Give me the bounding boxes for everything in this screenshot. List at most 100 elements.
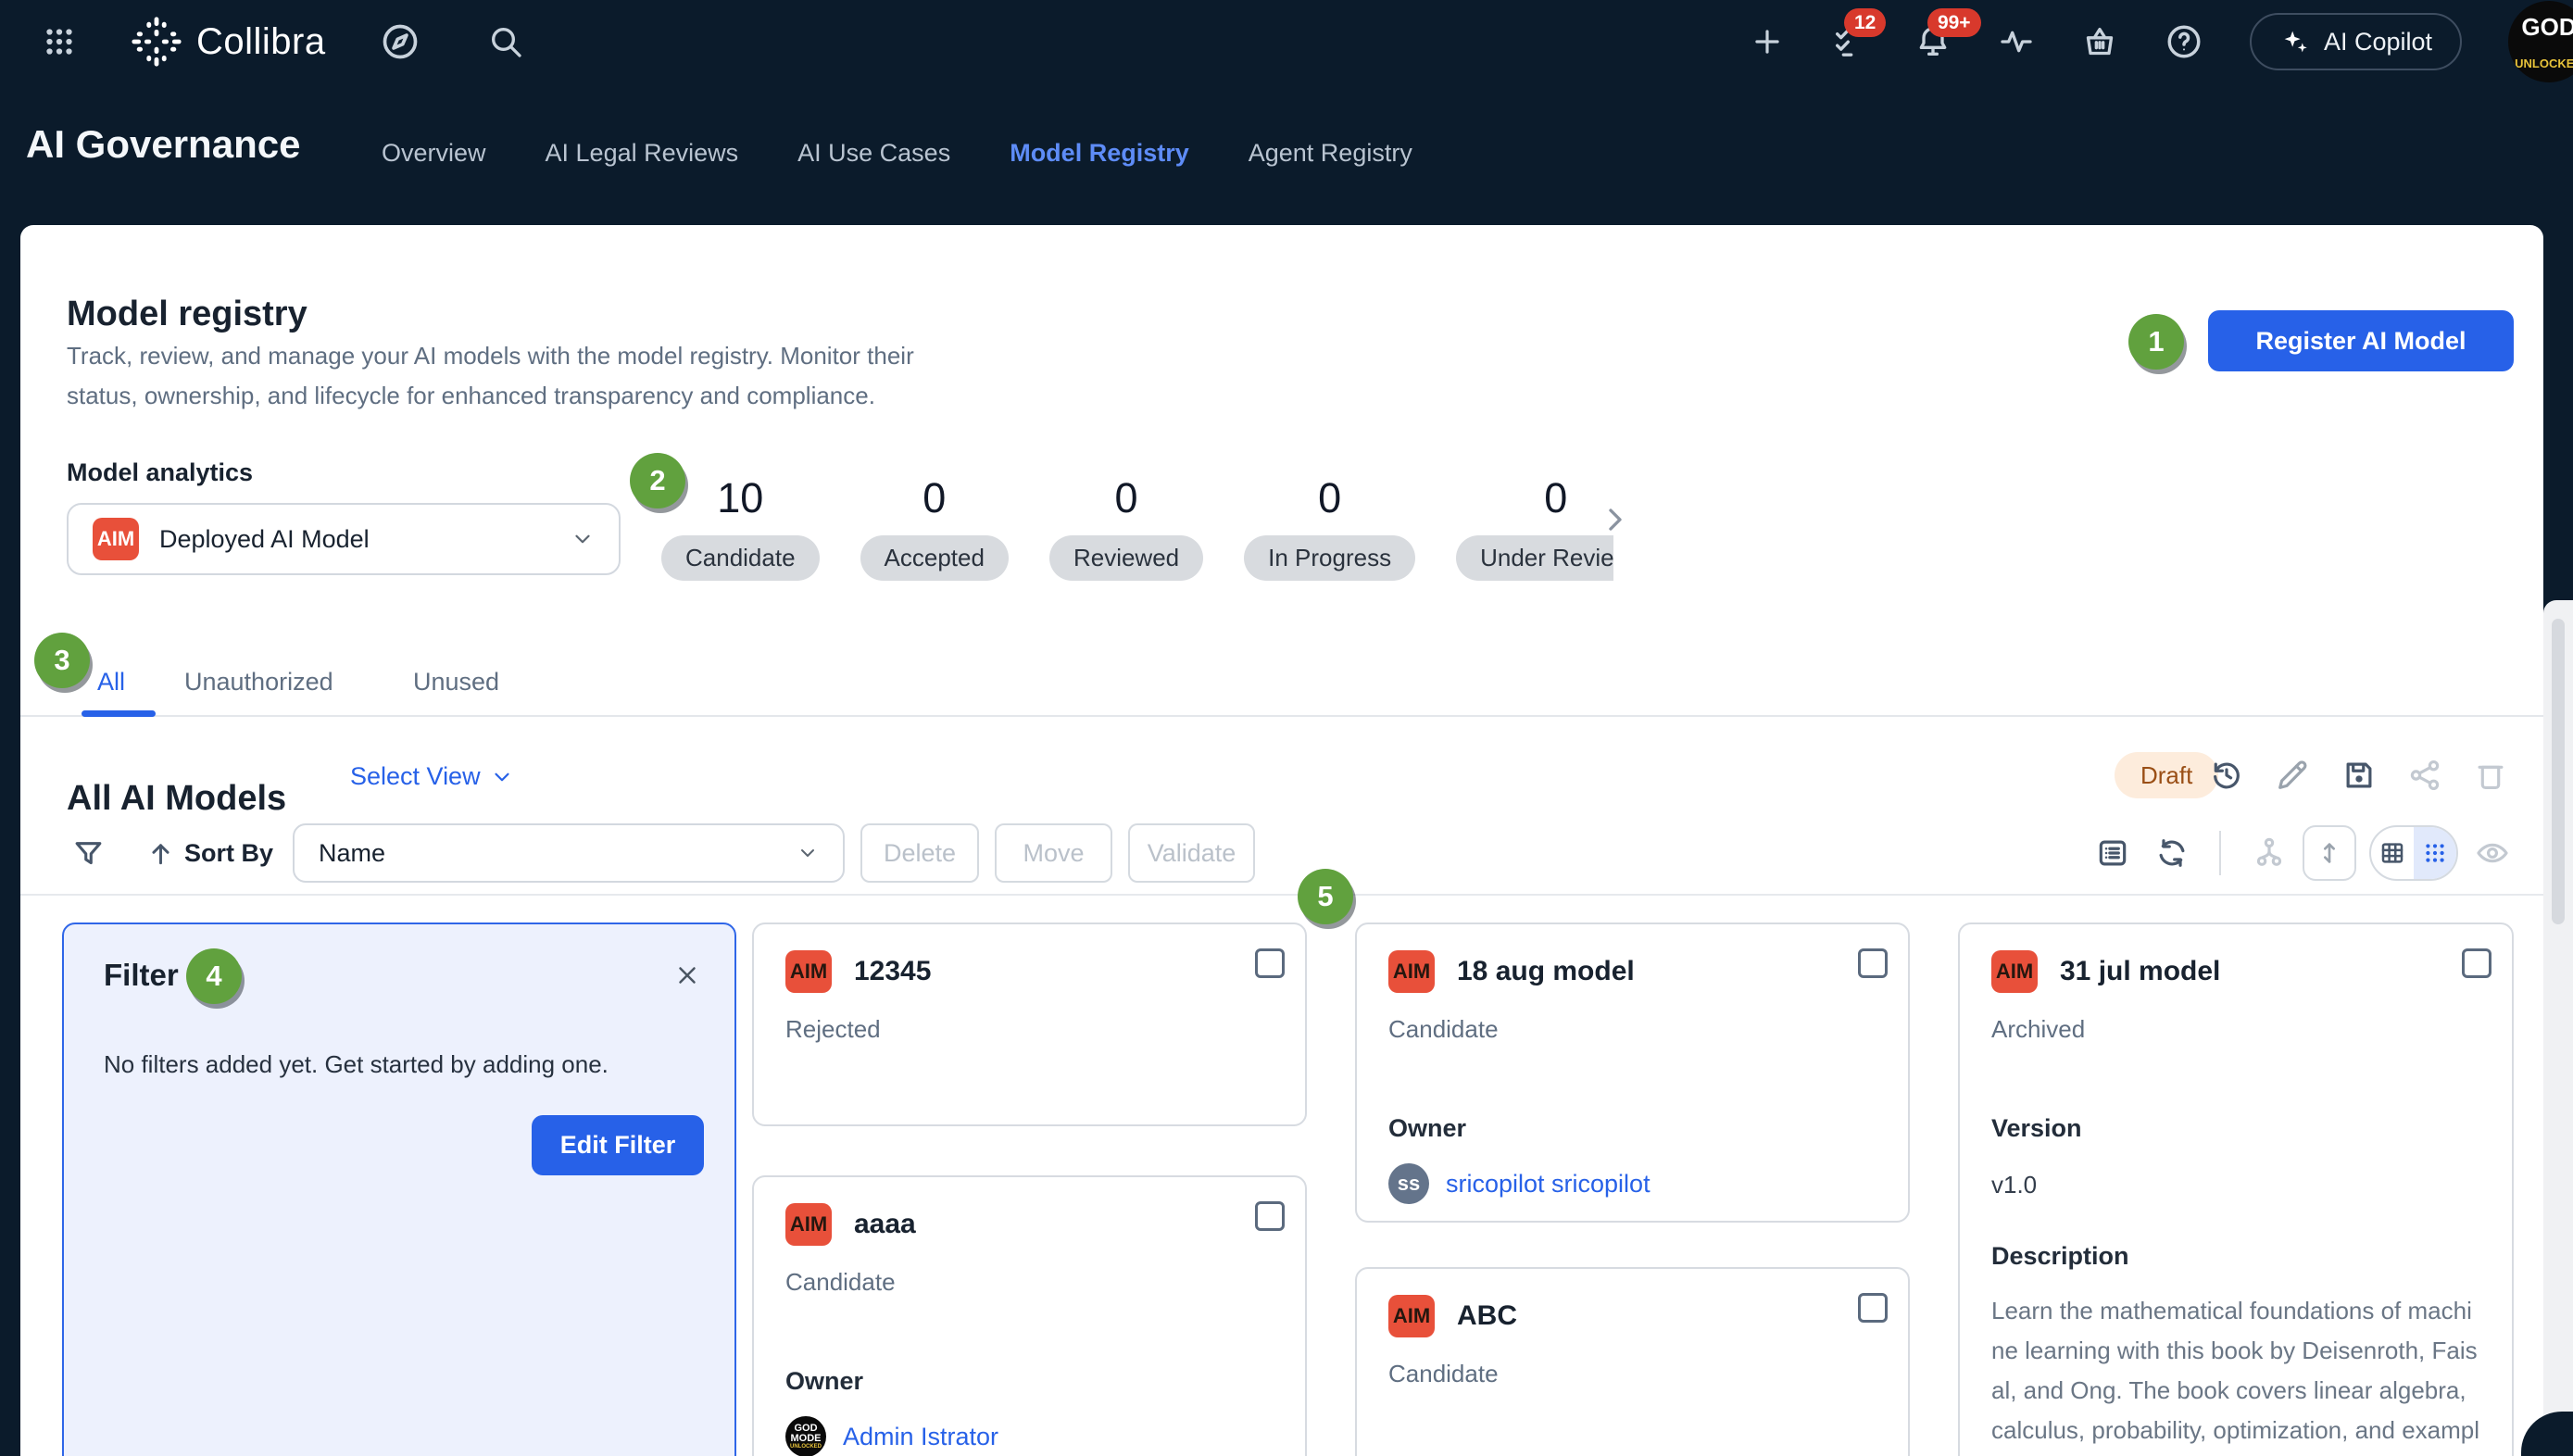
- filter-funnel-icon[interactable]: [71, 836, 106, 871]
- hierarchy-icon[interactable]: [2252, 835, 2287, 871]
- activity-pulse-icon[interactable]: [1998, 23, 2035, 60]
- stats-scroll-right-icon[interactable]: [1597, 501, 1634, 538]
- analytics-model-selector[interactable]: AIM Deployed AI Model: [67, 503, 621, 575]
- model-title[interactable]: ABC: [1457, 1300, 1517, 1332]
- model-status: Archived: [1991, 1015, 2480, 1044]
- owner-label: Owner: [1388, 1114, 1876, 1143]
- sort-field-dropdown[interactable]: Name: [293, 823, 845, 883]
- model-card-12345[interactable]: AIM 12345 Rejected: [752, 923, 1307, 1126]
- model-select-checkbox[interactable]: [2462, 948, 2491, 978]
- model-title[interactable]: 18 aug model: [1457, 956, 1635, 987]
- active-tab-underline: [82, 710, 156, 717]
- section-description: Track, review, and manage your AI models…: [67, 336, 914, 416]
- chevron-down-icon: [797, 842, 819, 864]
- model-title[interactable]: aaaa: [854, 1209, 916, 1240]
- basket-icon[interactable]: [2081, 23, 2118, 60]
- model-card-18-aug[interactable]: AIM 18 aug model Candidate Owner ss sric…: [1355, 923, 1910, 1223]
- row-height-toggle[interactable]: [2303, 825, 2356, 881]
- aim-asset-badge: AIM: [1388, 950, 1435, 993]
- tasks-count-badge: 12: [1844, 8, 1886, 37]
- app-grid-icon[interactable]: [43, 25, 76, 58]
- model-select-checkbox[interactable]: [1858, 1293, 1888, 1323]
- table-view-icon[interactable]: [2371, 827, 2414, 879]
- notifications-bell-icon[interactable]: 99+: [1914, 23, 1952, 60]
- tab-ai-legal-reviews[interactable]: AI Legal Reviews: [546, 139, 739, 168]
- scrollbar-track[interactable]: [2543, 600, 2573, 1456]
- section-title: Model registry: [67, 295, 308, 334]
- user-avatar[interactable]: GOD UNLOCKED: [2508, 1, 2573, 82]
- edit-pencil-icon[interactable]: [2275, 758, 2310, 793]
- filter-close-icon[interactable]: [673, 961, 701, 989]
- owner-avatar: ss: [1388, 1163, 1429, 1204]
- validate-button[interactable]: Validate: [1128, 823, 1255, 883]
- stat-reviewed: 0 Reviewed: [1049, 477, 1203, 588]
- tab-model-registry[interactable]: Model Registry: [1010, 139, 1189, 168]
- model-analytics-label: Model analytics: [67, 458, 253, 487]
- model-select-checkbox[interactable]: [1255, 1201, 1285, 1231]
- tab-overview[interactable]: Overview: [382, 139, 486, 168]
- scrollbar-thumb[interactable]: [2552, 619, 2565, 924]
- select-view-dropdown[interactable]: Select View: [350, 762, 514, 791]
- eye-preview-icon[interactable]: [2475, 835, 2510, 871]
- model-title[interactable]: 31 jul model: [2060, 956, 2220, 987]
- annotation-1: 1: [2128, 314, 2184, 370]
- screen: Collibra 12: [0, 0, 2573, 1456]
- edit-filter-button[interactable]: Edit Filter: [532, 1115, 704, 1175]
- owner-link[interactable]: sricopilot sricopilot: [1446, 1170, 1650, 1199]
- grid-view-icon[interactable]: [2414, 827, 2456, 879]
- history-icon[interactable]: [2209, 758, 2244, 793]
- stat-candidate: 10 Candidate: [661, 477, 820, 588]
- refresh-icon[interactable]: [2154, 835, 2190, 871]
- model-title[interactable]: 12345: [854, 956, 931, 987]
- model-status-stats: 10 Candidate 0 Accepted 0 Reviewed 0 In …: [661, 477, 1613, 588]
- owner-label: Owner: [785, 1367, 1274, 1396]
- owner-link[interactable]: Admin Istrator: [843, 1423, 998, 1451]
- collibra-logo-icon[interactable]: [130, 15, 183, 69]
- model-registry-panel: Model registry Track, review, and manage…: [20, 225, 2543, 1456]
- notifications-count-badge: 99+: [1927, 8, 1981, 37]
- tasks-icon[interactable]: 12: [1831, 23, 1868, 60]
- register-ai-model-button[interactable]: Register AI Model: [2208, 310, 2514, 371]
- model-card-31-jul[interactable]: AIM 31 jul model Archived Version v1.0 D…: [1958, 923, 2514, 1456]
- move-button[interactable]: Move: [995, 823, 1112, 883]
- card-header: AIM 31 jul model: [1991, 950, 2480, 993]
- card-header: AIM ABC: [1388, 1295, 1876, 1337]
- sort-by-label: Sort By: [184, 839, 273, 868]
- ai-copilot-button[interactable]: AI Copilot: [2250, 13, 2462, 70]
- version-value: v1.0: [1991, 1171, 2480, 1199]
- delete-button[interactable]: Delete: [860, 823, 979, 883]
- owner-avatar: GOD MODE UNLOCKED: [785, 1416, 826, 1456]
- collibra-wordmark: Collibra: [196, 21, 326, 63]
- list-view-icon[interactable]: [2095, 835, 2130, 871]
- model-card-abc[interactable]: AIM ABC Candidate Owner: [1355, 1267, 1910, 1456]
- view-status-badge: Draft: [2115, 752, 2218, 798]
- tab-ai-use-cases[interactable]: AI Use Cases: [797, 139, 950, 168]
- avatar-text-unlocked: UNLOCKED: [2515, 57, 2573, 69]
- view-tab-all[interactable]: All: [97, 668, 125, 697]
- aim-asset-badge: AIM: [1388, 1295, 1435, 1337]
- save-icon[interactable]: [2341, 758, 2377, 793]
- model-status: Candidate: [1388, 1015, 1876, 1044]
- sort-field-value: Name: [319, 839, 797, 868]
- model-card-aaaa[interactable]: AIM aaaa Candidate Owner GOD MODE UNLOCK…: [752, 1175, 1307, 1456]
- compass-icon[interactable]: [380, 21, 420, 62]
- delete-trash-icon[interactable]: [2473, 758, 2508, 793]
- tab-agent-registry[interactable]: Agent Registry: [1249, 139, 1412, 168]
- description-text: Learn the mathematical foundations of ma…: [1991, 1291, 2484, 1456]
- search-icon[interactable]: [487, 23, 524, 60]
- annotation-2: 2: [630, 453, 685, 508]
- help-icon[interactable]: [2165, 22, 2203, 61]
- card-header: AIM 12345: [785, 950, 1274, 993]
- share-icon[interactable]: [2407, 758, 2442, 793]
- view-tab-unauthorized[interactable]: Unauthorized: [184, 668, 333, 697]
- card-header: AIM 18 aug model: [1388, 950, 1876, 993]
- add-icon[interactable]: [1750, 24, 1785, 59]
- view-tab-unused[interactable]: Unused: [413, 668, 499, 697]
- sort-direction-icon[interactable]: [144, 837, 177, 870]
- toolbar-bottom-divider: [20, 894, 2543, 896]
- model-select-checkbox[interactable]: [1255, 948, 1285, 978]
- owner-row: ss sricopilot sricopilot: [1388, 1163, 1876, 1204]
- model-select-checkbox[interactable]: [1858, 948, 1888, 978]
- filter-panel: Filter No filters added yet. Get started…: [62, 923, 736, 1456]
- view-mode-toggle[interactable]: [2369, 825, 2458, 881]
